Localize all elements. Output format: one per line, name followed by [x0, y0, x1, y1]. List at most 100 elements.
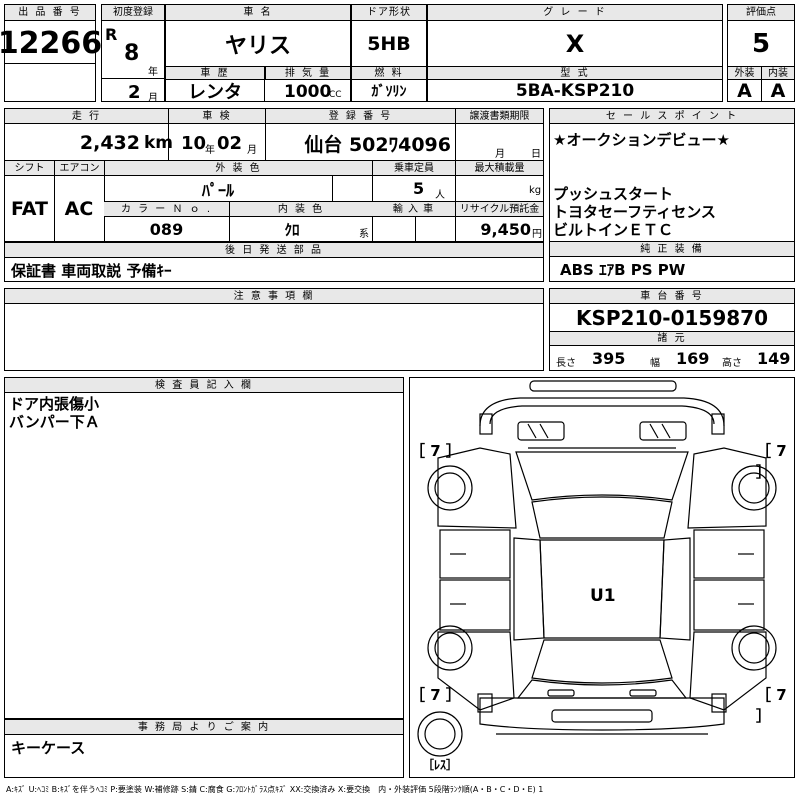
chassis-number: KSP210-0159870: [575, 306, 769, 330]
displacement: 1000: [284, 82, 332, 102]
color-number: 089: [149, 219, 184, 239]
height: 149: [757, 349, 791, 368]
inspector-label: 検 査 員 記 入 欄: [5, 378, 403, 393]
later-parts-label: 後 日 発 送 部 品: [5, 243, 543, 258]
lot-number-cell: 出 品 番 号 12266: [0, 4, 103, 102]
equipment-text: ABS ｴｱB PS PW: [560, 260, 686, 279]
first-registration-label: 初度登録: [102, 5, 164, 21]
registration-month: 2: [128, 82, 141, 103]
sales-point-line-6: ビルトインＥＴＣ: [553, 221, 674, 239]
tire-front-right: ［ 7 ］: [756, 442, 787, 481]
import-label: 輸 入 車: [372, 202, 455, 217]
exterior-grade: A: [737, 80, 752, 102]
month-unit: 月: [148, 93, 158, 104]
interior-color-unit: 系: [359, 229, 369, 240]
inspection-year: 10: [181, 133, 207, 154]
inspection-month-unit: 月: [247, 145, 257, 156]
chassis-section: 車 台 番 号 KSP210-0159870 諸 元 長さ 395 幅 169 …: [549, 288, 795, 371]
car-name-cell: 車 名 ヤリス 車 歴 排 気 量 レンタ 1000 CC: [165, 4, 351, 103]
chassis-label: 車 台 番 号: [550, 289, 794, 304]
registration-year: 8: [124, 41, 140, 66]
model-label: 型 式: [428, 67, 722, 80]
office-label: 事 務 局 よ り ご 案 内: [5, 720, 403, 735]
interior-grade: A: [770, 80, 786, 102]
score-label: 評価点: [728, 5, 794, 21]
interior-color: ｸﾛ: [284, 220, 300, 239]
inspection-month: 02: [217, 133, 243, 154]
later-parts-text: 保証書 車両取説 予備ｷｰ: [11, 261, 172, 280]
year-unit: 年: [148, 67, 158, 78]
transfer-month: 月: [495, 149, 505, 160]
tire-front-left: ［ 7 ］: [410, 442, 461, 460]
office-section: 事 務 局 よ り ご 案 内 キーケース: [4, 719, 404, 778]
width-label: 幅: [650, 358, 660, 369]
tire-rear-left: ［ 7 ］: [410, 686, 461, 704]
era: R: [105, 25, 118, 44]
plate-label: 登 録 番 号: [265, 109, 455, 124]
door-label: ドア形状: [352, 5, 426, 21]
air-conditioner: AC: [64, 197, 94, 220]
lot-number: 12266: [0, 25, 103, 61]
grade-cell: グ レ ー ド X 型 式 5BA-KSP210: [427, 4, 723, 102]
score-cell: 評価点 5 外装 内装 A A: [727, 4, 795, 102]
fuel-label: 燃 料: [352, 67, 426, 80]
length: 395: [592, 349, 626, 368]
overall-score: 5: [751, 29, 771, 59]
car-name-label: 車 名: [166, 5, 350, 21]
inspection-label: 車 検: [168, 109, 265, 124]
capacity-unit: 人: [435, 190, 445, 201]
office-text: キーケース: [11, 739, 86, 757]
recycle-label: リサイクル預託金: [455, 202, 543, 217]
inspector-line-1: ドア内張傷小: [9, 395, 100, 413]
mileage: 2,432: [79, 132, 140, 154]
interior-color-label: 内 装 色: [229, 202, 372, 217]
lot-number-label: 出 品 番 号: [5, 5, 95, 21]
shift: FAT: [11, 197, 48, 220]
shift-label: シフト: [5, 161, 54, 176]
car-name: ヤリス: [224, 34, 291, 59]
color-label: 外 装 色: [104, 161, 372, 176]
legend: A:ｷｽﾞ U:ﾍｺﾐ B:ｷｽﾞを伴うﾍｺﾐ P:要塗装 W:補修跡 S:錆 …: [6, 785, 544, 794]
grade-label: グ レ ー ド: [428, 5, 722, 21]
sales-point-line-1: ★オークションデビュー★: [553, 131, 730, 149]
interior-grade-label: 内装: [761, 67, 794, 80]
car-body-diagram: [417, 380, 777, 757]
recycle-unit: 円: [532, 229, 542, 240]
spec-block: 走 行 車 検 登 録 番 号 譲渡書類期限 2,432 km 10 年 02 …: [4, 108, 544, 242]
transfer-day: 日: [531, 149, 541, 160]
ac-label: エアコン: [54, 161, 104, 176]
exterior-label: 外装: [728, 67, 761, 80]
transfer-deadline-label: 譲渡書類期限: [455, 109, 543, 124]
inspector-section: 検 査 員 記 入 欄 ドア内張傷小 バンパー下Ａ: [4, 377, 404, 719]
grade: X: [565, 30, 585, 58]
mileage-label: 走 行: [5, 109, 168, 124]
later-parts-section: 後 日 発 送 部 品 保証書 車両取説 予備ｷｰ: [4, 242, 544, 282]
tire-rear-right: ［ 7 ］: [756, 686, 787, 725]
notes-label: 注 意 事 項 欄: [5, 289, 543, 304]
length-label: 長さ: [556, 358, 576, 369]
car-diagram: ［ 7 ］ ［ 7 ］ ［ 7 ］ ［ 7 ］ ［ﾚｽ］ U1: [409, 377, 795, 778]
capacity: 5: [413, 179, 425, 198]
color-no-label: カ ラ ー Ｎ ｏ .: [104, 202, 229, 217]
exterior-color: ﾊﾟｰﾙ: [201, 181, 234, 200]
sales-point-section: セ ー ル ス ポ イ ン ト ★オークションデビュー★ プッシュスタート トヨ…: [549, 108, 795, 282]
equipment-label: 純 正 装 備: [550, 242, 794, 257]
fuel: ｶﾞｿﾘﾝ: [371, 84, 407, 100]
door-cell: ドア形状 5HB 燃 料 ｶﾞｿﾘﾝ: [351, 4, 427, 102]
max-load-label: 最大積載量: [455, 161, 543, 176]
recycle-fee: 9,450: [480, 219, 531, 239]
sales-point-label: セ ー ル ス ポ イ ン ト: [550, 109, 794, 124]
inspection-year-unit: 年: [205, 145, 215, 156]
displacement-label: 排 気 量: [265, 67, 350, 80]
max-load-unit: kg: [529, 185, 542, 196]
spare-tire: ［ﾚｽ］: [422, 758, 459, 772]
damage-mark-u1: U1: [590, 586, 616, 606]
height-label: 高さ: [722, 358, 742, 369]
width: 169: [676, 349, 710, 368]
first-registration-cell: 初度登録 R 8 年 2 月: [101, 4, 165, 104]
notes-section: 注 意 事 項 欄: [4, 288, 544, 371]
model: 5BA-KSP210: [515, 81, 635, 101]
inspector-line-2: バンパー下Ａ: [9, 413, 100, 431]
capacity-label: 乗車定員: [372, 161, 455, 176]
dimensions-label: 諸 元: [550, 332, 794, 346]
